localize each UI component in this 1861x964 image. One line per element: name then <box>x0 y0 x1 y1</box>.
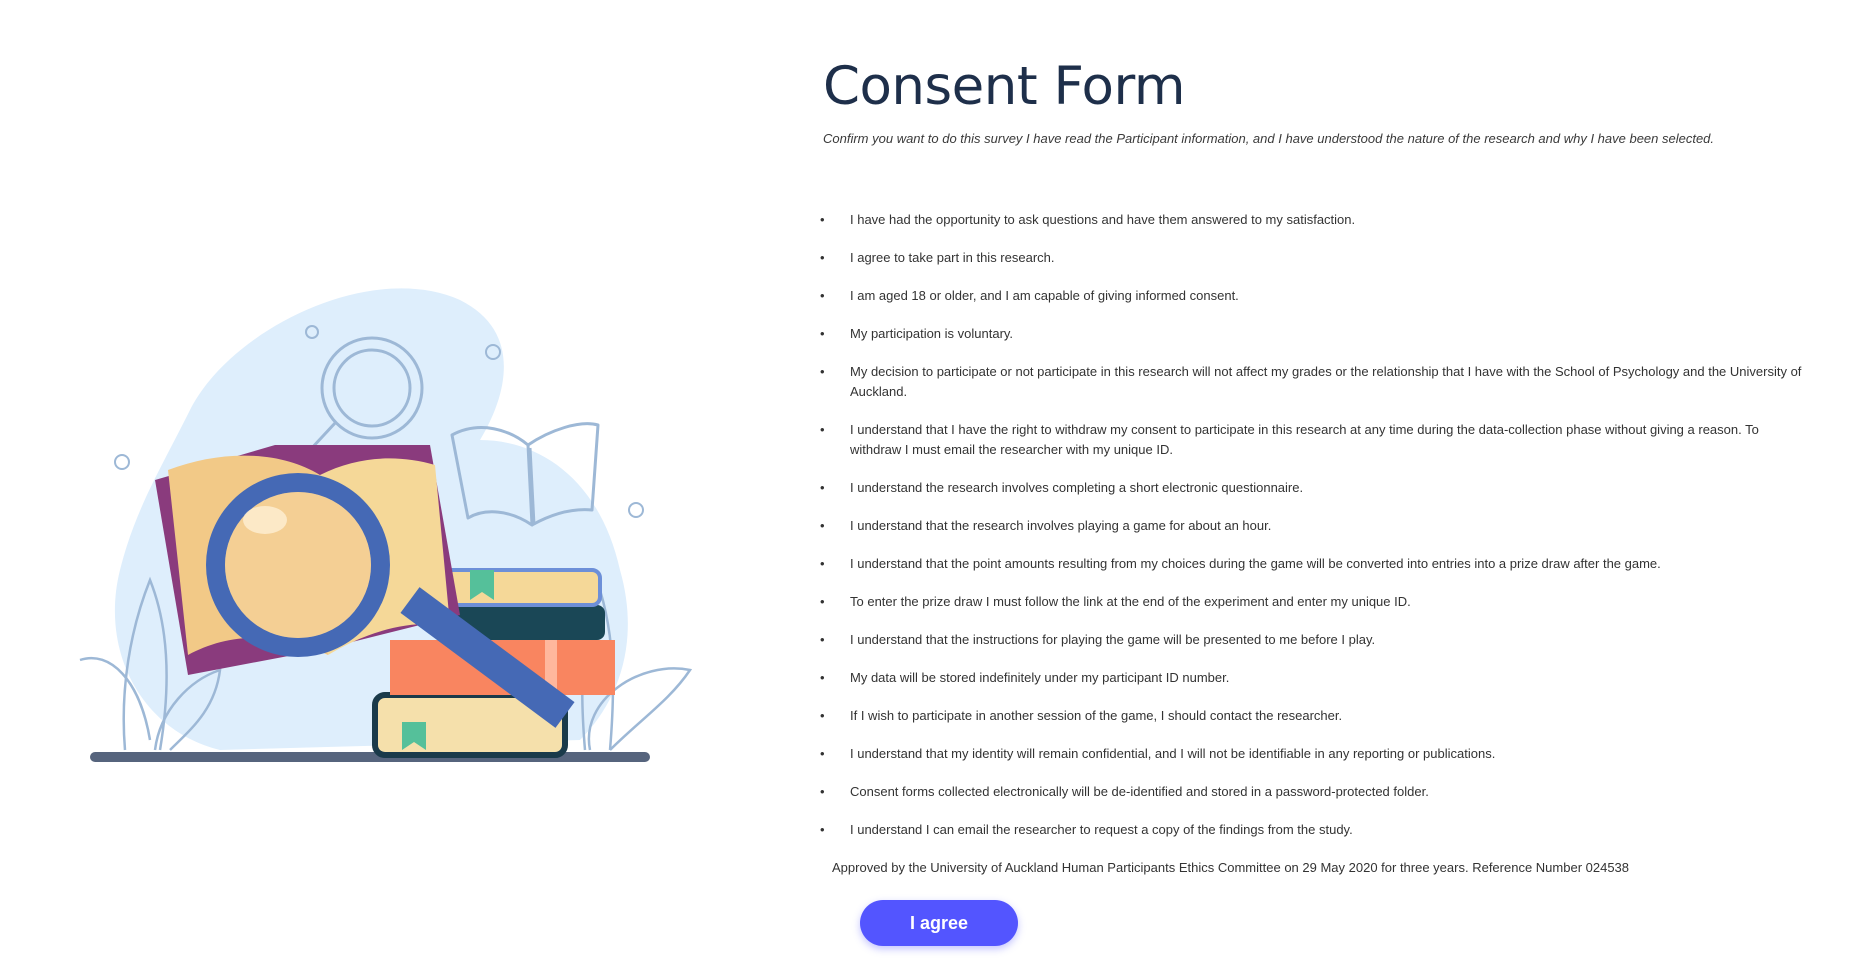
consent-item: • I understand that the point amounts res… <box>820 554 1813 574</box>
bullet-icon: • <box>820 746 825 761</box>
consent-item-text: I understand that the research involves … <box>850 518 1272 533</box>
consent-item-text: I understand that I have the right to wi… <box>850 422 1759 457</box>
consent-item: • My data will be stored indefinitely und… <box>820 668 1813 688</box>
consent-item-text: My data will be stored indefinitely unde… <box>850 670 1230 685</box>
consent-item-text: I understand that my identity will remai… <box>850 746 1496 761</box>
consent-item: • To enter the prize draw I must follow t… <box>820 592 1813 612</box>
bullet-icon: • <box>820 364 825 379</box>
bullet-icon: • <box>820 212 825 227</box>
consent-item: • I have had the opportunity to ask quest… <box>820 210 1813 230</box>
bullet-icon: • <box>820 288 825 303</box>
bullet-icon: • <box>820 326 825 341</box>
ethics-approval-note: Approved by the University of Auckland H… <box>832 860 1630 875</box>
consent-item: • I am aged 18 or older, and I am capable… <box>820 286 1813 306</box>
research-illustration <box>79 288 693 762</box>
consent-item: • Consent forms collected electronically … <box>820 782 1813 802</box>
consent-item-text: I understand I can email the researcher … <box>850 822 1353 837</box>
bullet-icon: • <box>820 556 825 571</box>
bullet-icon: • <box>820 632 825 647</box>
consent-item-text: I have had the opportunity to ask questi… <box>850 212 1356 227</box>
consent-item-text: I understand the research involves compl… <box>850 480 1304 495</box>
page-subtitle: Confirm you want to do this survey I hav… <box>823 131 1715 146</box>
bullet-icon: • <box>820 708 825 723</box>
bullet-icon: • <box>820 822 825 837</box>
ground-line <box>90 752 650 762</box>
consent-item: • If I wish to participate in another ses… <box>820 706 1813 726</box>
bullet-icon: • <box>820 784 825 799</box>
consent-item-text: I understand that the point amounts resu… <box>850 556 1661 571</box>
consent-item-text: Consent forms collected electronically w… <box>850 784 1429 799</box>
consent-item-text: My decision to participate or not partic… <box>850 364 1802 399</box>
page-title: Consent Form <box>823 56 1185 117</box>
consent-item: • I understand that the instructions for … <box>820 630 1813 650</box>
bullet-icon: • <box>820 422 825 437</box>
bullet-icon: • <box>820 250 825 265</box>
consent-item-text: My participation is voluntary. <box>850 326 1014 341</box>
bullet-icon: • <box>820 594 825 609</box>
consent-list: • I have had the opportunity to ask quest… <box>820 210 1813 840</box>
consent-item: • I agree to take part in this research. <box>820 248 1813 268</box>
consent-item-text: I understand that the instructions for p… <box>850 632 1376 647</box>
consent-item-text: I am aged 18 or older, and I am capable … <box>850 288 1239 303</box>
consent-item: • My participation is voluntary. <box>820 324 1813 344</box>
consent-item: • I understand the research involves comp… <box>820 478 1813 498</box>
consent-item: • I understand I can email the researcher… <box>820 820 1813 840</box>
decor-circle <box>628 502 644 518</box>
agree-button[interactable]: I agree <box>860 900 1018 946</box>
decor-circle <box>114 454 130 470</box>
consent-item: • My decision to participate or not parti… <box>820 362 1813 402</box>
consent-page: Consent Form Confirm you want to do this… <box>0 0 1861 964</box>
bullet-icon: • <box>820 518 825 533</box>
bullet-icon: • <box>820 670 825 685</box>
consent-item-text: I agree to take part in this research. <box>850 250 1055 265</box>
consent-item-text: To enter the prize draw I must follow th… <box>850 594 1411 609</box>
consent-item-text: If I wish to participate in another sess… <box>850 708 1343 723</box>
consent-item: • I understand that I have the right to w… <box>820 420 1813 460</box>
consent-item: • I understand that the research involves… <box>820 516 1813 536</box>
bullet-icon: • <box>820 480 825 495</box>
consent-content: Consent Form Confirm you want to do this… <box>820 52 1823 878</box>
consent-item: • I understand that my identity will rema… <box>820 744 1813 764</box>
